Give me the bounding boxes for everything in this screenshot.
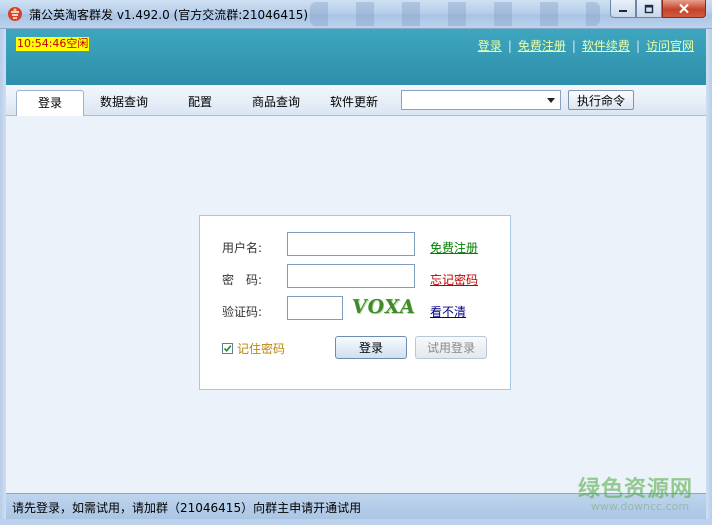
status-bar: 请先登录，如需试用，请加群（21046415）向群主申请开通试用 — [6, 493, 706, 520]
window-controls — [610, 0, 706, 18]
captcha-input[interactable] — [287, 296, 343, 320]
chevron-down-icon[interactable] — [544, 93, 558, 107]
title-bar-decoration — [310, 2, 600, 26]
checkmark-icon — [223, 345, 232, 353]
minimize-button[interactable] — [610, 0, 636, 18]
tab-data-query[interactable]: 数据查询 — [90, 90, 158, 114]
forgot-password-link[interactable]: 忘记密码 — [430, 271, 478, 288]
login-button[interactable]: 登录 — [335, 336, 407, 359]
window-frame-right — [706, 29, 712, 525]
username-label: 用户名: — [222, 241, 263, 255]
header-register-link[interactable]: 免费注册 — [518, 37, 566, 54]
tab-config[interactable]: 配置 — [170, 90, 230, 114]
header-login-link[interactable]: 登录 — [478, 37, 502, 54]
password-input[interactable] — [287, 264, 415, 288]
captcha-image[interactable]: VOXA — [350, 296, 417, 318]
remember-checkbox[interactable] — [222, 343, 233, 354]
header-links: 登录 | 免费注册 | 软件续费 | 访问官网 — [478, 37, 694, 54]
username-input[interactable] — [287, 232, 415, 256]
captcha-label: 验证码: — [222, 305, 263, 319]
link-separator: | — [507, 38, 512, 53]
refresh-captcha-link[interactable]: 看不清 — [430, 303, 466, 320]
maximize-icon — [644, 4, 654, 13]
trial-login-button[interactable]: 试用登录 — [415, 336, 487, 359]
clock-time: 10:54:46 — [17, 37, 67, 50]
execute-command-button[interactable]: 执行命令 — [568, 90, 634, 110]
tab-bar: 登录 数据查询 配置 商品查询 软件更新 执行命令 — [6, 85, 706, 116]
title-bar[interactable]: 蒲公英淘客群发 v1.492.0 (官方交流群:21046415) — [0, 0, 712, 29]
header-website-link[interactable]: 访问官网 — [646, 37, 694, 54]
login-panel: 用户名: 免费注册 密 码: 忘记密码 验证码: VOXA 看不清 记住密码 登… — [199, 215, 511, 390]
close-button[interactable] — [662, 0, 706, 18]
minimize-icon — [619, 9, 627, 12]
close-icon — [679, 3, 689, 14]
tab-login[interactable]: 登录 — [16, 90, 84, 116]
remember-password[interactable]: 记住密码 — [222, 340, 285, 357]
password-label: 密 码: — [222, 273, 263, 287]
command-select[interactable] — [401, 90, 561, 110]
clock-state: 空闲 — [66, 37, 89, 50]
clock-status: 10:54:46空闲 — [16, 37, 90, 51]
app-logo-icon — [8, 7, 22, 21]
register-link[interactable]: 免费注册 — [430, 239, 478, 256]
link-separator: | — [571, 38, 576, 53]
window-frame-bottom — [0, 519, 712, 525]
status-message: 请先登录，如需试用，请加群（21046415）向群主申请开通试用 — [12, 501, 362, 515]
remember-label: 记住密码 — [237, 342, 286, 356]
header-renew-link[interactable]: 软件续费 — [582, 37, 630, 54]
tab-software-update[interactable]: 软件更新 — [320, 90, 388, 114]
header-band: 10:54:46空闲 登录 | 免费注册 | 软件续费 | 访问官网 — [6, 29, 706, 85]
window-title: 蒲公英淘客群发 v1.492.0 (官方交流群:21046415) — [29, 8, 309, 22]
maximize-button[interactable] — [636, 0, 662, 18]
link-separator: | — [635, 38, 640, 53]
main-content: 用户名: 免费注册 密 码: 忘记密码 验证码: VOXA 看不清 记住密码 登… — [6, 116, 706, 493]
tab-product-query[interactable]: 商品查询 — [242, 90, 310, 114]
